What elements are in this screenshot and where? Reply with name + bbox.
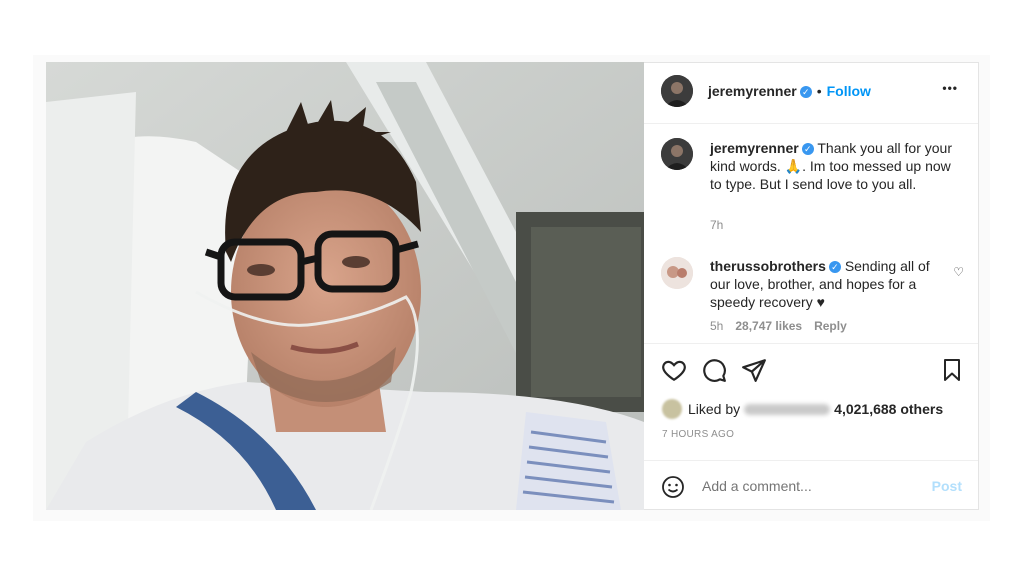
follow-button[interactable]: Follow — [827, 83, 871, 99]
verified-badge-icon: ✓ — [799, 86, 812, 98]
caption-block: jeremyrenner ✓ Thank you all for your kin… — [710, 139, 956, 193]
comment-icon[interactable] — [701, 357, 727, 383]
actions-divider — [644, 343, 978, 344]
share-icon[interactable] — [741, 357, 767, 383]
comment-meta: 5h 28,747 likes Reply — [710, 319, 847, 333]
verified-badge-icon: ✓ — [828, 261, 841, 273]
comment-like-heart-icon[interactable]: ♡ — [953, 265, 964, 279]
comment-likes[interactable]: 28,747 likes — [735, 319, 802, 333]
author-avatar-image — [661, 75, 693, 107]
post-photo[interactable] — [46, 62, 644, 510]
caption-username[interactable]: jeremyrenner — [710, 140, 799, 156]
verified-badge-icon: ✓ — [801, 143, 814, 155]
caption-avatar[interactable] — [661, 138, 693, 170]
comment-block: therussobrothers ✓ Sending all of our lov… — [710, 257, 942, 311]
add-comment-row: Post — [644, 460, 978, 512]
header-divider — [644, 123, 978, 124]
caption-avatar-image — [661, 138, 693, 170]
caption-age: 7h — [710, 218, 724, 232]
emoji-icon[interactable] — [661, 475, 685, 499]
author-avatar[interactable] — [661, 75, 693, 107]
post-comment-button[interactable]: Post — [932, 478, 962, 494]
liked-by-line: Liked by 4,021,688 others — [662, 399, 943, 419]
author-username[interactable]: jeremyrenner — [708, 83, 797, 99]
action-bar — [644, 357, 978, 383]
commenter-username[interactable]: therussobrothers — [710, 258, 826, 274]
comment-input[interactable] — [700, 477, 904, 495]
commenter-avatar-image — [661, 257, 693, 289]
header-user-line: jeremyrenner ✓ • Follow — [708, 83, 871, 101]
commenter-avatar[interactable] — [661, 257, 693, 289]
heart-icon[interactable] — [661, 357, 687, 383]
post-timestamp[interactable]: 7 HOURS AGO — [662, 429, 734, 440]
reply-button[interactable]: Reply — [814, 319, 847, 333]
more-options-icon[interactable]: ••• — [942, 81, 958, 95]
post-details-panel: jeremyrenner ✓ • Follow ••• jeremyrenner ✓ T… — [644, 62, 979, 510]
liked-by-prefix: Liked by — [688, 401, 741, 417]
hospital-selfie-image — [46, 62, 644, 510]
liker-name-blurred[interactable] — [744, 404, 831, 415]
bookmark-icon[interactable] — [940, 357, 964, 383]
post-header: jeremyrenner ✓ • Follow ••• — [644, 63, 978, 123]
comment-age: 5h — [710, 319, 724, 333]
header-separator: • — [816, 83, 822, 99]
liker-avatar[interactable] — [662, 399, 682, 419]
likes-count[interactable]: 4,021,688 others — [834, 401, 943, 417]
